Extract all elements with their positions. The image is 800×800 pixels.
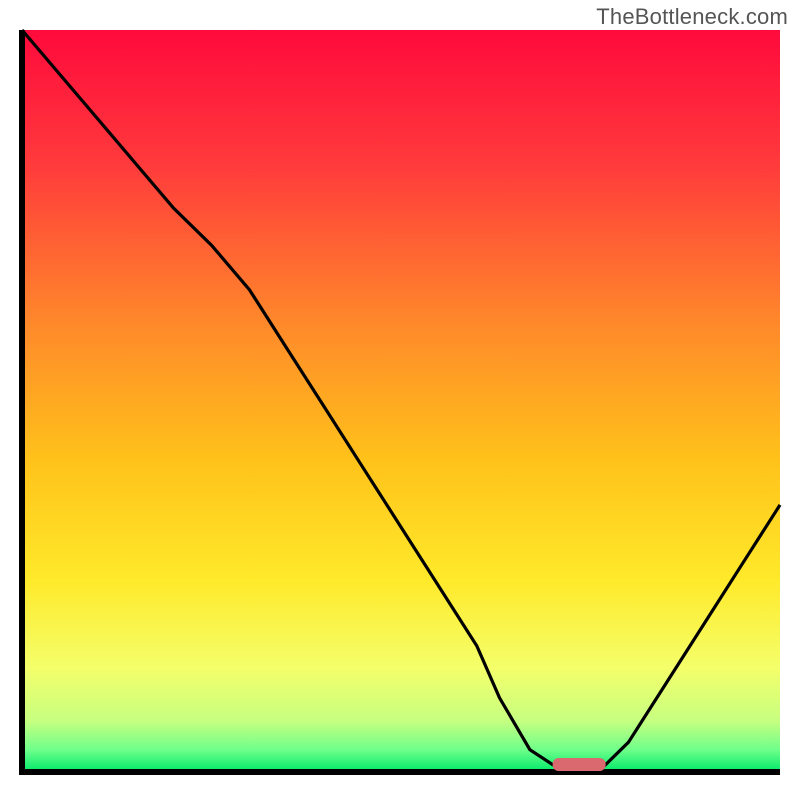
chart-frame: TheBottleneck.com	[0, 0, 800, 800]
optimal-zone-marker	[553, 758, 606, 771]
bottleneck-chart	[0, 0, 800, 800]
gradient-background	[22, 30, 780, 772]
watermark-text: TheBottleneck.com	[596, 4, 788, 30]
